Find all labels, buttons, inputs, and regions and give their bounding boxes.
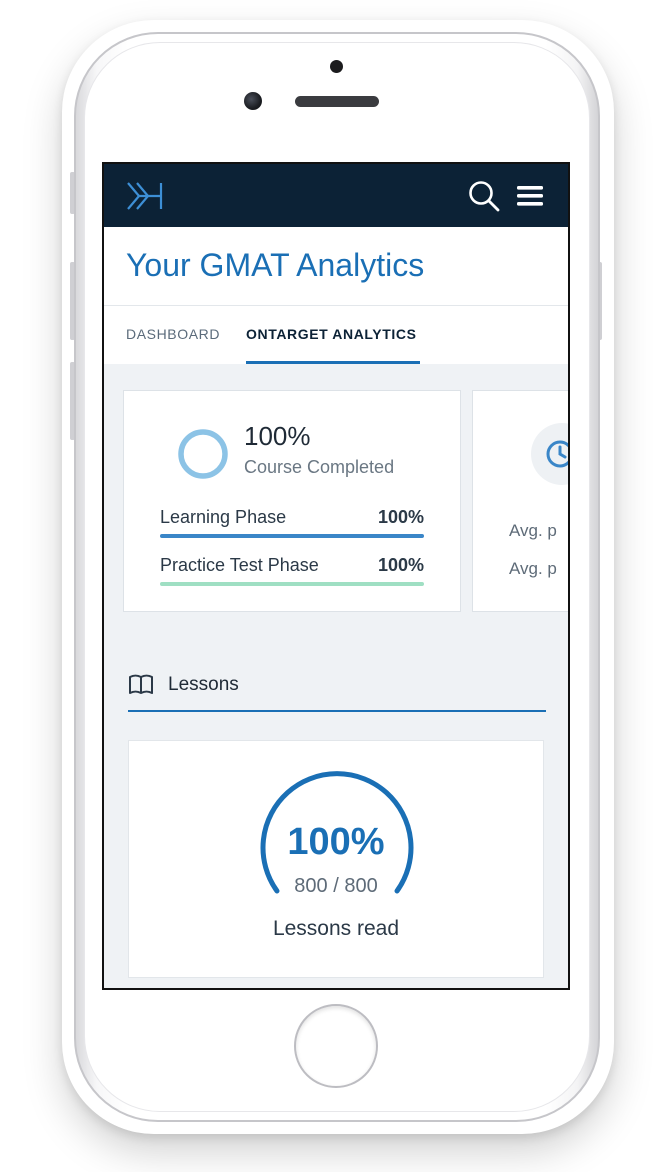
avg-stat-label: Avg. p [509, 559, 557, 578]
logo-icon[interactable] [126, 180, 166, 212]
lessons-count: 800 / 800 [294, 875, 378, 897]
learning-phase-label: Learning Phase [160, 507, 287, 527]
hamburger-menu-icon[interactable] [516, 184, 544, 208]
title-bar: Your GMAT Analytics [104, 227, 568, 306]
completion-ring-icon [178, 429, 228, 479]
lessons-percent: 100% [287, 821, 385, 863]
practice-test-phase-value: 100% [377, 555, 424, 575]
lessons-card: 100% 800 / 800 Lessons read [128, 740, 544, 978]
practice-test-phase-label: Practice Test Phase [160, 555, 319, 575]
search-icon[interactable] [468, 180, 500, 212]
page-title: Your GMAT Analytics [126, 247, 425, 283]
tab-ontarget-analytics[interactable]: ONTARGET ANALYTICS [246, 326, 417, 342]
tab-dashboard[interactable]: DASHBOARD [126, 326, 220, 342]
earpiece-speaker [295, 96, 379, 107]
lessons-section-header: Lessons [128, 664, 546, 712]
learning-phase-value: 100% [377, 507, 424, 527]
learning-phase-bar [160, 534, 424, 538]
time-stats-card: Avg. p Avg. p [472, 390, 568, 612]
app-header [104, 164, 568, 227]
home-button[interactable] [294, 1004, 378, 1088]
clock-icon [546, 440, 568, 468]
practice-test-phase-bar [160, 582, 424, 586]
course-summary-card: 100% Course Completed Learning Phase 100… [123, 390, 461, 612]
lessons-caption: Lessons read [272, 917, 400, 940]
tab-bar: DASHBOARD ONTARGET ANALYTICS [104, 306, 568, 364]
book-icon [129, 674, 153, 694]
avg-stat-label: Avg. p [509, 521, 557, 540]
front-camera-icon [330, 60, 343, 73]
app-screen: Your GMAT Analytics DASHBOARD ONTARGET A… [102, 162, 570, 990]
camera-lens-icon [244, 92, 262, 110]
active-tab-indicator [246, 361, 420, 364]
lessons-title: Lessons [168, 674, 239, 695]
course-completed-label: Course Completed [244, 457, 395, 477]
course-percent: 100% [244, 421, 311, 451]
